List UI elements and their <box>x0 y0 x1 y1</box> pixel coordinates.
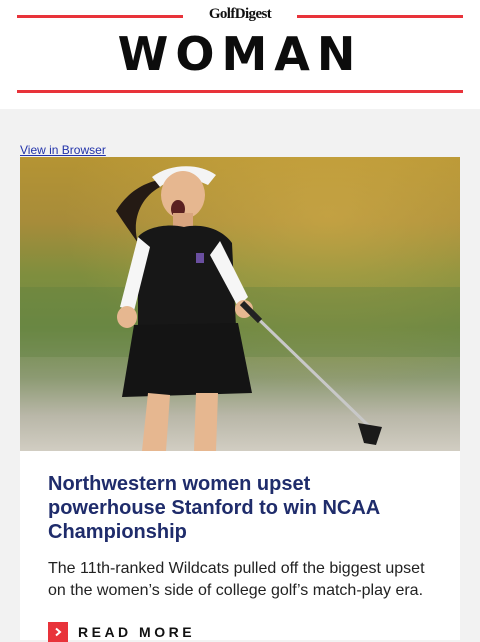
view-in-browser-link[interactable]: View in Browser <box>20 143 106 157</box>
article-headline[interactable]: Northwestern women upset powerhouse Stan… <box>48 472 428 544</box>
article-card: Northwestern women upset powerhouse Stan… <box>20 451 460 642</box>
golf-digest-logo[interactable]: GolfDigest <box>183 6 297 23</box>
newsletter-header: GolfDigest WOMAN <box>0 0 480 109</box>
header-rule-left <box>17 15 183 18</box>
read-more-label: READ MORE <box>78 624 196 640</box>
woman-masthead[interactable]: WOMAN <box>0 27 480 81</box>
header-rule-right <box>297 15 463 18</box>
chevron-right-icon <box>48 622 68 642</box>
read-more-button[interactable]: READ MORE <box>48 622 195 642</box>
article-dek: The 11th-ranked Wildcats pulled off the … <box>48 560 425 599</box>
hero-image[interactable] <box>20 157 460 451</box>
header-rule-bottom <box>17 90 463 93</box>
